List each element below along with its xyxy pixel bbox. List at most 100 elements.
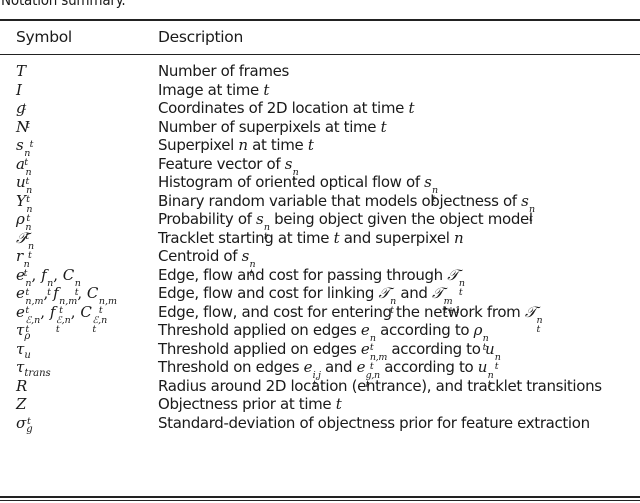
symbol-cell: R: [16, 377, 27, 395]
text-run: Feature vector of: [158, 154, 285, 173]
table-row: Z t Objectness prior at time t: [0, 395, 640, 426]
text-run: Objectness prior at time: [158, 395, 336, 413]
table-body: T Number of frames I t Image at time tg t Co…: [0, 62, 640, 435]
symbol-cell: τtrans: [16, 358, 51, 379]
math-symbol: N: [16, 117, 30, 136]
text-run: and: [320, 358, 357, 376]
text-run: Standard-deviation of objectness prior f…: [158, 413, 590, 432]
math-symbol: r: [16, 247, 24, 265]
math-symbol: C: [86, 284, 99, 302]
text-run: Superpixel: [158, 136, 239, 154]
text-run: Tracklet starting at time: [158, 228, 334, 247]
text-run: Histogram of oriented optical flow of: [158, 173, 425, 191]
table-header-rule: [0, 54, 640, 55]
math-symbol: s: [241, 247, 250, 265]
description-cell: Number of frames: [158, 62, 289, 80]
description-cell: Number of superpixels at time t: [158, 117, 387, 136]
table-row: r n t Centroid of snt: [0, 247, 640, 278]
math-symbol: Y: [16, 191, 26, 210]
text-run: Coordinates of 2D location at time: [158, 99, 409, 117]
math-symbol: f: [41, 265, 47, 284]
math-symbol: f: [49, 302, 56, 321]
text-run: Threshold applied on edges: [158, 321, 361, 339]
math-symbol: e: [303, 358, 313, 376]
text-run: ,: [31, 265, 42, 284]
math-symbol: R: [16, 376, 28, 395]
subscript: g: [26, 423, 33, 435]
math-symbol: 𝒯: [16, 228, 28, 247]
table-row: 𝒯n t Tracklet starting at time t and super…: [0, 228, 640, 260]
math-symbol: t: [408, 99, 415, 117]
text-run: ,: [77, 284, 87, 302]
text-run: according to: [387, 339, 485, 358]
math-symbol: s: [284, 154, 293, 173]
text-run: and superpixel: [339, 228, 454, 247]
table-row: σg Standard-deviation of objectness prior…: [0, 413, 640, 435]
description-cell: Superpixel n at time t: [158, 136, 314, 154]
math-symbol: t: [380, 117, 387, 136]
text-run: Probability of: [158, 210, 257, 228]
math-symbol: ρ: [473, 321, 483, 339]
math-symbol: u: [16, 173, 26, 191]
table-row: R Radius around 2D location (entrance), a…: [0, 377, 640, 396]
math-symbol: t: [335, 395, 342, 413]
math-symbol: 𝒯: [431, 284, 444, 302]
math-symbol: I: [16, 80, 22, 99]
table-row: g t Coordinates of 2D location at time t: [0, 99, 640, 130]
math-symbol: g: [16, 99, 26, 117]
table-bottom-rule-secondary: [0, 500, 640, 501]
table-top-rule: [0, 19, 640, 21]
text-run: according to: [375, 321, 474, 339]
text-run: Radius around 2D location (entrance), an…: [158, 376, 602, 395]
table-row: τu Threshold applied on edges e n,m t accor…: [0, 339, 640, 371]
table-row: ρ n t Probability of snt being object given…: [0, 210, 640, 241]
math-symbol: σ: [16, 413, 27, 432]
math-symbol: e: [16, 265, 25, 284]
math-symbol: C: [80, 302, 92, 321]
math-symbol: e: [16, 284, 25, 302]
text-run: ,: [40, 302, 50, 321]
description-cell: Tracklet starting at time t and superpix…: [158, 228, 464, 247]
text-run: at time: [247, 136, 308, 154]
table-row: ent, fnt, Cn t Edge, flow and cost for pas…: [0, 265, 640, 297]
header-symbol: Symbol: [16, 28, 72, 46]
math-symbol: t: [307, 136, 314, 154]
math-symbol: t: [263, 80, 270, 99]
text-run: ,: [53, 265, 63, 284]
symbol-cell: τρ: [16, 321, 30, 342]
text-run: Image at time: [158, 80, 264, 99]
math-symbol: 𝒯: [447, 265, 459, 284]
math-symbol: a: [16, 154, 25, 173]
math-symbol: ρ: [16, 210, 25, 228]
math-symbol: e: [360, 339, 370, 358]
table-row: τtrans Threshold on edges e i,j t and e g,n t…: [0, 358, 640, 389]
header-description: Description: [158, 28, 243, 46]
math-symbol: s: [16, 136, 24, 154]
table-row: I t Image at time t: [0, 80, 640, 112]
math-symbol: Z: [16, 395, 27, 413]
math-symbol: n: [453, 228, 464, 247]
description-cell: Coordinates of 2D location at time t: [158, 99, 414, 117]
math-symbol: n: [238, 136, 248, 154]
text-run: Edge, flow, and cost for entering the ne…: [158, 302, 525, 321]
text-run: Threshold on edges: [158, 358, 304, 376]
math-symbol: C: [62, 265, 75, 284]
math-symbol: e: [360, 321, 370, 339]
description-cell: Image at time t: [158, 81, 269, 99]
text-run: Number of superpixels at time: [158, 117, 381, 136]
math-symbol: f: [53, 284, 59, 302]
table-row: N t Number of superpixels at time t: [0, 117, 640, 149]
math-symbol: 𝒯: [524, 302, 536, 321]
text-run: Number of frames: [158, 62, 289, 80]
symbol-cell: τu: [16, 340, 31, 361]
description-cell: Objectness prior at time t: [158, 395, 342, 413]
text-run: according to: [379, 358, 478, 376]
math-symbol: e: [356, 358, 366, 376]
table-bottom-rule: [0, 496, 640, 498]
text-run: Centroid of: [158, 247, 242, 265]
symbol-cell: σg: [16, 413, 33, 435]
text-run: Binary random variable that models objec…: [158, 191, 522, 210]
table-caption: Notation summary.: [1, 0, 126, 9]
math-symbol: s: [256, 210, 264, 228]
table-row: T Number of frames: [0, 62, 640, 81]
